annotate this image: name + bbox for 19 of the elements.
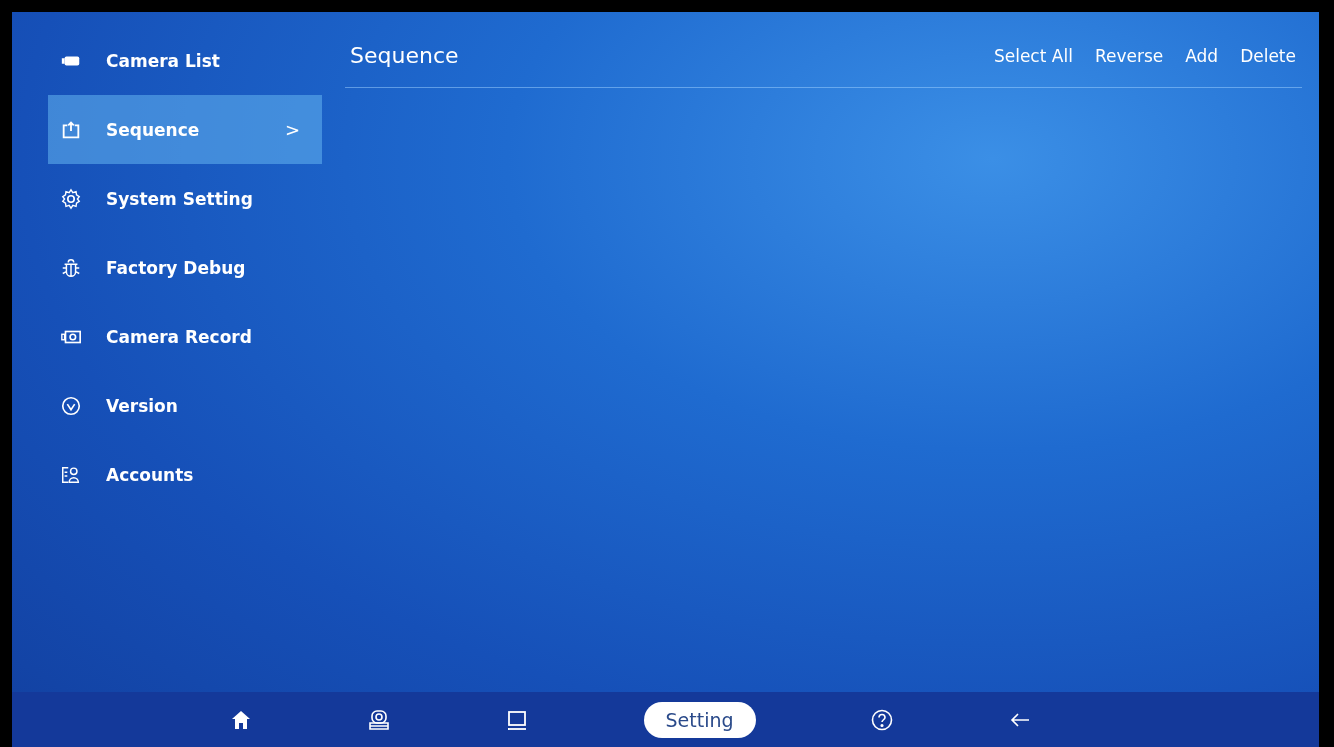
version-icon (60, 394, 82, 417)
nav-tab[interactable]: Setting (643, 701, 756, 738)
chevron-icon: > (284, 119, 310, 140)
gear-icon (60, 187, 82, 210)
page-title: Sequence (350, 43, 459, 68)
action-link[interactable]: Select All (987, 41, 1079, 70)
sidebar-item[interactable]: System Setting (48, 164, 322, 233)
sidebar-item[interactable]: Factory Debug (48, 233, 322, 302)
sidebar-item[interactable]: Accounts (48, 440, 322, 509)
sidebar-item[interactable]: Version (48, 371, 322, 440)
action-link[interactable]: Delete (1234, 41, 1302, 70)
action-link[interactable]: Add (1179, 41, 1225, 70)
bug-icon (60, 256, 82, 279)
sidebar-item[interactable]: Camera List (48, 26, 322, 95)
camera-icon[interactable] (367, 707, 392, 732)
sidebar-item[interactable]: Sequence > (48, 95, 322, 164)
action-link[interactable]: Reverse (1088, 41, 1170, 70)
sidebar-item[interactable]: Camera Record (48, 302, 322, 371)
help-icon[interactable] (869, 707, 894, 732)
